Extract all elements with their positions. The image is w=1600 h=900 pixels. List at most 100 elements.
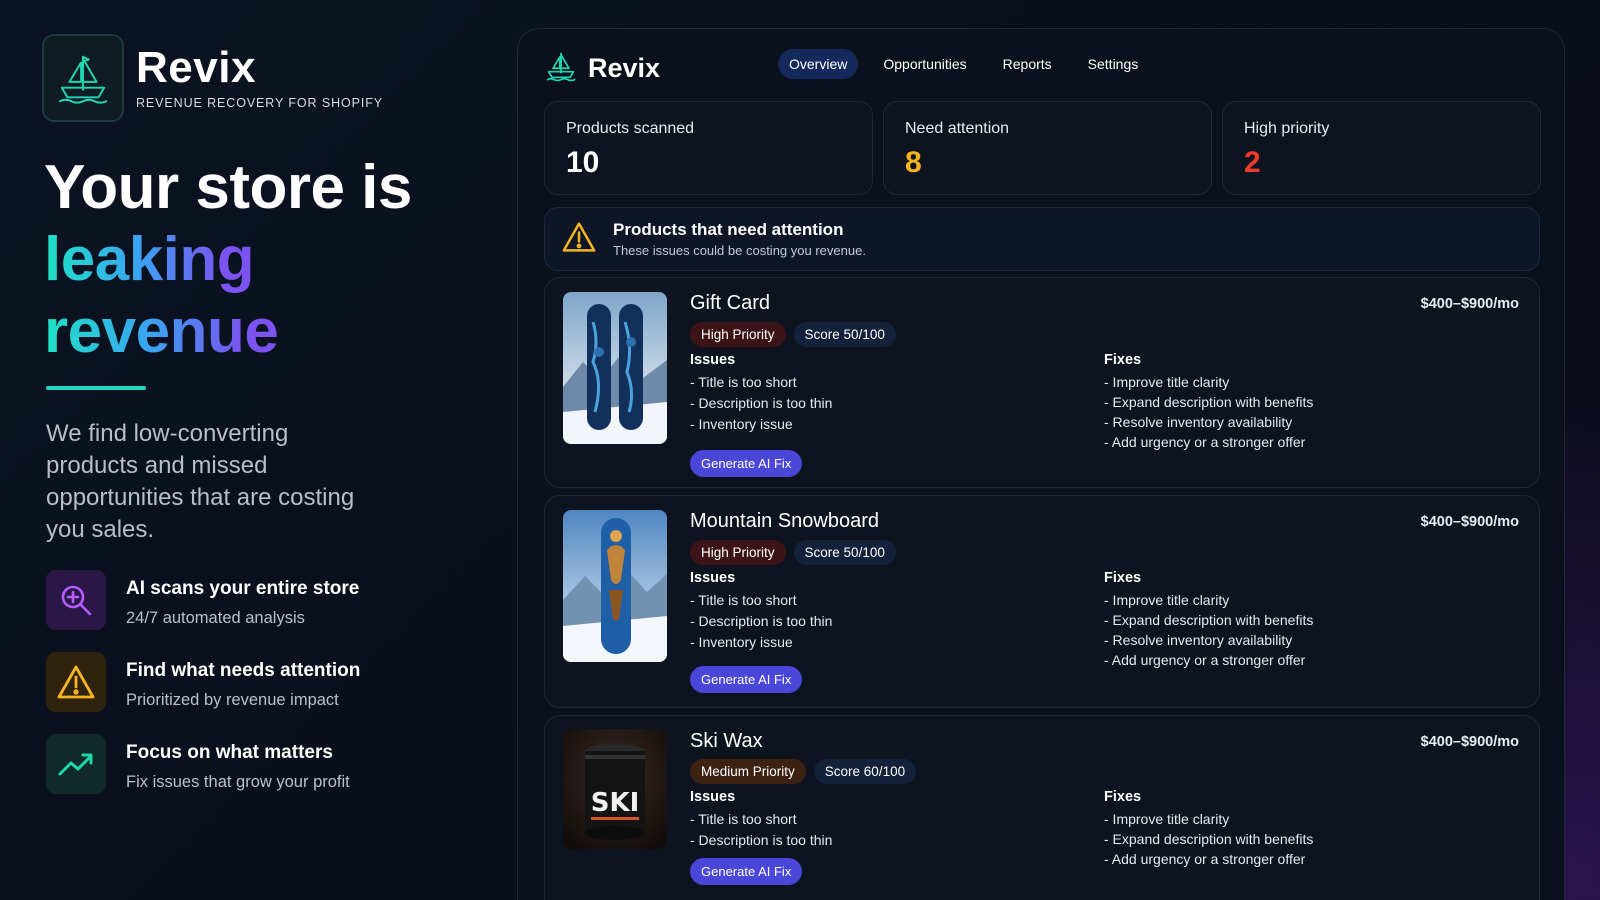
list-item: - Expand description with benefits [1104, 831, 1314, 847]
feature-desc: Fix issues that grow your profit [126, 773, 350, 791]
app-name: Revix [588, 53, 661, 83]
badge-row: High Priority Score 50/100 [690, 540, 904, 565]
top-nav: Overview Opportunities Reports Settings [778, 49, 1163, 79]
stat-label: Products scanned [566, 120, 695, 137]
feature-title: Find what needs attention [126, 660, 361, 681]
stats-row: Products scanned 10 Need attention 8 Hig… [544, 101, 1541, 195]
fixes-list: - Improve title clarity - Expand descrip… [1104, 372, 1313, 452]
product-image: SKI [563, 729, 667, 849]
ship-logo-icon [544, 49, 578, 88]
list-item: - Add urgency or a stronger offer [1104, 652, 1306, 668]
issues-list: - Title is too short - Description is to… [690, 372, 832, 435]
list-item: - Title is too short [690, 592, 797, 608]
list-item: - Description is too thin [690, 395, 833, 411]
product-card: SKI Ski Wax $400–$900/mo Medium Priority… [544, 715, 1540, 900]
list-item: - Description is too thin [690, 613, 833, 629]
issues-heading: Issues [690, 789, 736, 805]
headline-underline [46, 386, 146, 390]
stat-need-attention: Need attention 8 [883, 101, 1212, 195]
fixes-heading: Fixes [1104, 570, 1142, 586]
product-image [563, 510, 667, 662]
priority-badge: High Priority [690, 322, 786, 347]
fixes-list: - Improve title clarity - Expand descrip… [1104, 809, 1313, 869]
list-item: - Resolve inventory availability [1104, 414, 1293, 430]
product-title: Ski Wax [690, 730, 763, 752]
tab-settings[interactable]: Settings [1077, 49, 1150, 79]
feature-desc: 24/7 automated analysis [126, 609, 305, 627]
generate-ai-fix-button[interactable]: Generate AI Fix [690, 666, 803, 693]
revenue-estimate: $400–$900/mo [1420, 514, 1519, 530]
badge-row: High Priority Score 50/100 [690, 322, 904, 347]
product-card: Mountain Snowboard $400–$900/mo High Pri… [544, 495, 1540, 708]
issues-heading: Issues [690, 570, 736, 586]
hero-headline: Your store is leaking revenue [44, 152, 412, 368]
list-item: - Add urgency or a stronger offer [1104, 851, 1306, 867]
feature-title: AI scans your entire store [126, 578, 360, 599]
warning-icon [46, 652, 106, 712]
list-item: - Title is too short [690, 374, 797, 390]
list-item: - Title is too short [690, 811, 797, 827]
marketing-panel: Revix REVENUE RECOVERY FOR SHOPIFY Your … [0, 0, 500, 900]
score-badge: Score 50/100 [793, 322, 896, 347]
trending-up-icon [46, 734, 106, 794]
tab-overview[interactable]: Overview [778, 49, 859, 79]
attention-banner: Products that need attention These issue… [544, 207, 1540, 271]
feature-ai-scan: AI scans your entire store 24/7 automate… [46, 570, 359, 630]
revenue-estimate: $400–$900/mo [1420, 734, 1519, 750]
product-card: Gift Card $400–$900/mo High Priority Sco… [544, 277, 1540, 488]
product-label-text: SKI [591, 788, 640, 818]
list-item: - Expand description with benefits [1104, 394, 1314, 410]
headline-line-2: leaking [44, 225, 255, 294]
stat-label: High priority [1244, 120, 1330, 137]
tab-opportunities[interactable]: Opportunities [872, 49, 977, 79]
brand-name: Revix [136, 43, 256, 92]
list-item: - Add urgency or a stronger offer [1104, 434, 1306, 450]
list-item: - Description is too thin [690, 832, 833, 848]
app-header: Revix [544, 49, 660, 88]
app-window: Revix Overview Opportunities Reports Set… [517, 28, 1565, 900]
product-title: Gift Card [690, 292, 771, 314]
score-badge: Score 50/100 [793, 540, 896, 565]
headline-line-3: revenue [44, 297, 279, 366]
hero-description: We find low-converting products and miss… [46, 420, 355, 543]
generate-ai-fix-button[interactable]: Generate AI Fix [690, 858, 803, 885]
revenue-estimate: $400–$900/mo [1420, 296, 1519, 312]
brand-tagline: REVENUE RECOVERY FOR SHOPIFY [136, 96, 384, 110]
stat-value: 10 [566, 146, 600, 179]
stat-products-scanned: Products scanned 10 [544, 101, 873, 195]
feature-attention: Find what needs attention Prioritized by… [46, 652, 360, 712]
headline-line-1: Your store is [44, 153, 412, 222]
badge-row: Medium Priority Score 60/100 [690, 759, 924, 784]
warning-icon [561, 221, 597, 258]
list-item: - Improve title clarity [1104, 811, 1230, 827]
issues-heading: Issues [690, 352, 736, 368]
list-item: - Inventory issue [690, 416, 793, 432]
magnifier-plus-icon [46, 570, 106, 630]
list-item: - Improve title clarity [1104, 592, 1230, 608]
ship-logo-icon [42, 34, 124, 122]
banner-subtitle: These issues could be costing you revenu… [613, 243, 866, 258]
stat-high-priority: High priority 2 [1222, 101, 1541, 195]
score-badge: Score 60/100 [813, 759, 917, 784]
stat-value: 2 [1244, 146, 1261, 179]
fixes-list: - Improve title clarity - Expand descrip… [1104, 590, 1313, 670]
tab-reports[interactable]: Reports [992, 49, 1063, 79]
product-image [563, 292, 667, 444]
banner-title: Products that need attention [613, 220, 844, 239]
stat-value: 8 [905, 146, 922, 179]
fixes-heading: Fixes [1104, 352, 1142, 368]
feature-title: Focus on what matters [126, 742, 333, 763]
feature-focus: Focus on what matters Fix issues that gr… [46, 734, 350, 794]
generate-ai-fix-button[interactable]: Generate AI Fix [690, 450, 803, 477]
list-item: - Inventory issue [690, 634, 793, 650]
list-item: - Improve title clarity [1104, 374, 1230, 390]
issues-list: - Title is too short - Description is to… [690, 590, 832, 653]
product-title: Mountain Snowboard [690, 510, 880, 532]
list-item: - Resolve inventory availability [1104, 632, 1293, 648]
stat-label: Need attention [905, 120, 1010, 137]
issues-list: - Title is too short - Description is to… [690, 809, 832, 851]
feature-desc: Prioritized by revenue impact [126, 691, 339, 709]
priority-badge: Medium Priority [690, 759, 806, 784]
list-item: - Expand description with benefits [1104, 612, 1314, 628]
brand: Revix REVENUE RECOVERY FOR SHOPIFY [42, 34, 383, 122]
